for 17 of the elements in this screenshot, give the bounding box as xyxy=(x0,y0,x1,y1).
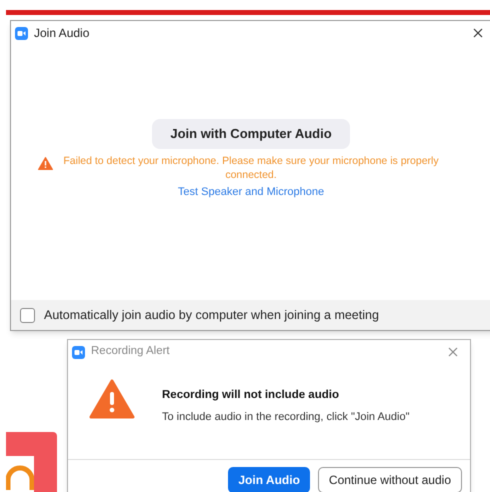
alert-heading: Recording will not include audio xyxy=(162,388,340,403)
join-audio-button[interactable]: Join Audio xyxy=(228,467,310,492)
dialog-title: Recording Alert xyxy=(91,344,170,360)
headphones-icon xyxy=(6,456,34,492)
checkbox-label: Automatically join audio by computer when joining a meeting xyxy=(44,306,379,324)
warning-icon xyxy=(89,379,135,419)
alert-message: To include audio in the recording, click "Join Audio" xyxy=(162,410,410,426)
join-computer-audio-button[interactable]: Join with Computer Audio xyxy=(152,119,350,149)
test-speaker-link[interactable]: Test Speaker and Microphone xyxy=(178,184,324,200)
camera-icon xyxy=(72,346,85,358)
camera-icon xyxy=(15,26,28,40)
continue-button[interactable]: Continue without audio xyxy=(318,467,462,492)
warning-message: Failed to detect your microphone. Please make sure your microphone is properly connected. xyxy=(62,154,440,182)
warning-icon xyxy=(38,157,53,170)
close-icon[interactable] xyxy=(473,28,483,38)
window-title: Join Audio xyxy=(34,25,90,42)
checkbox[interactable] xyxy=(20,308,35,322)
